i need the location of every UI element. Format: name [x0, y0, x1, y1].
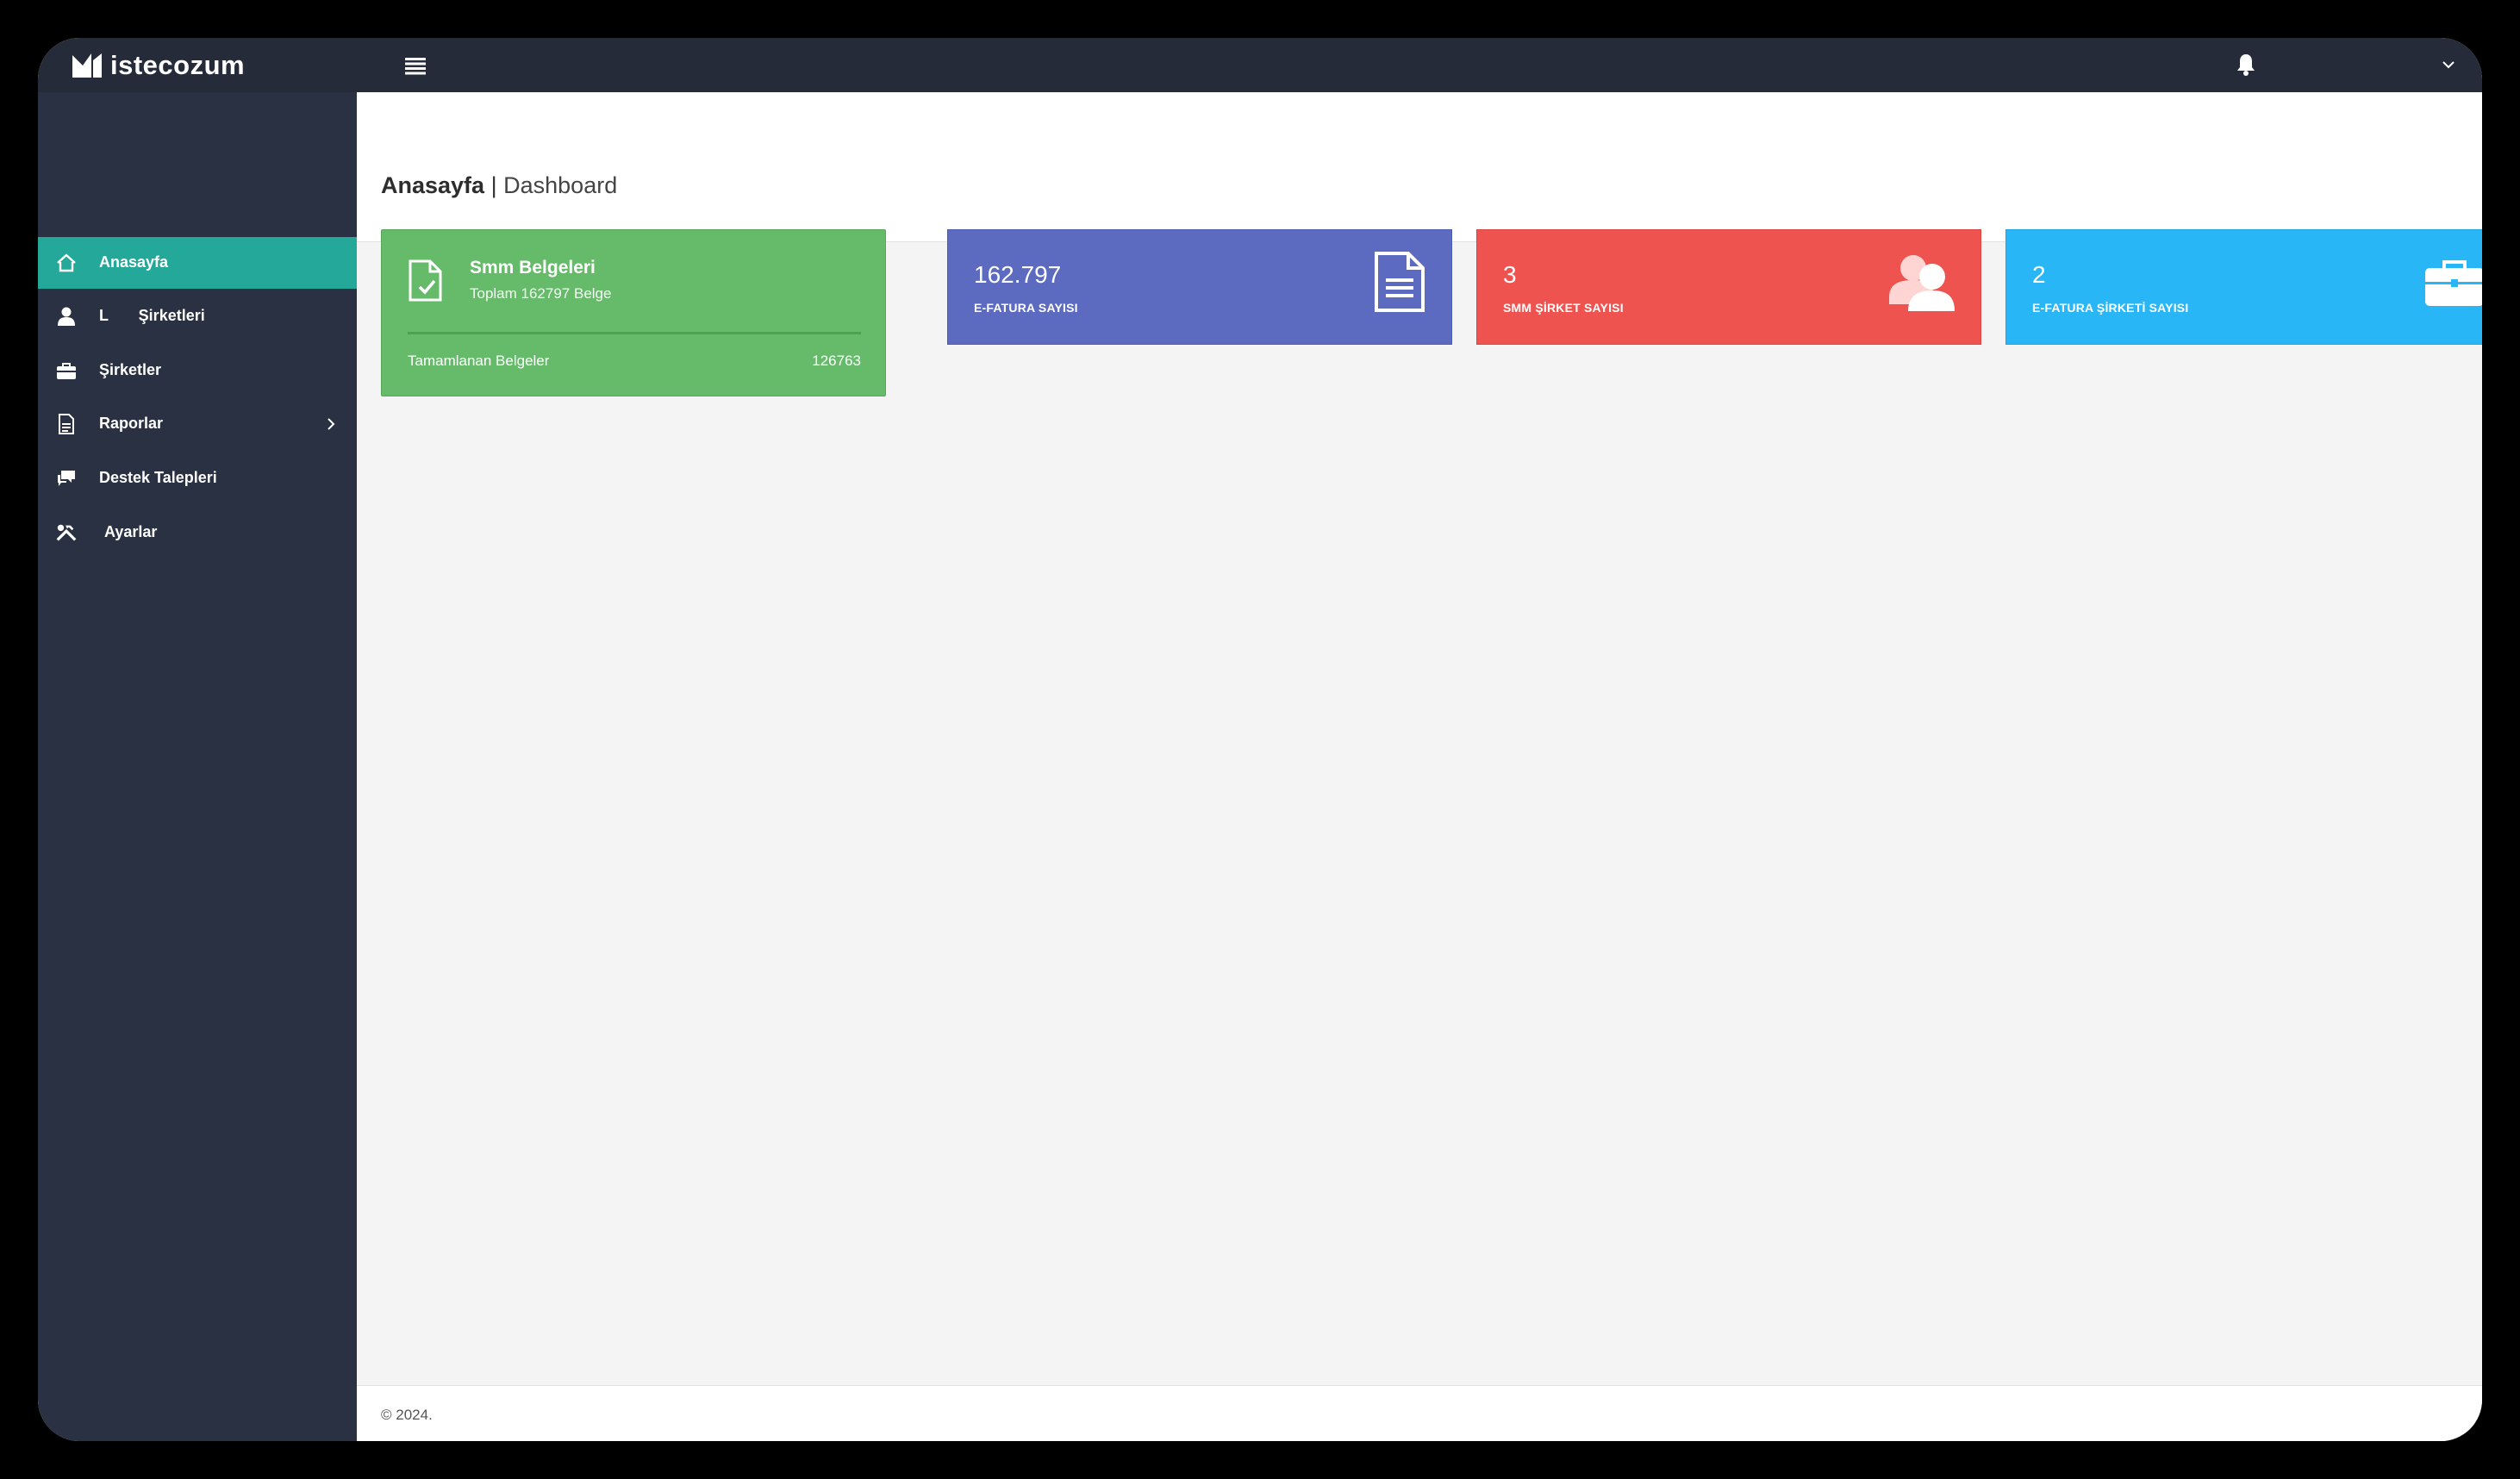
sidebar-item-label: Ayarlar: [104, 523, 158, 540]
sidebar-item-label: L Şirketleri: [99, 307, 205, 324]
tools-icon: [55, 522, 78, 543]
stat-label: SMM ŞİRKET SAYISI: [1503, 301, 1624, 315]
document-check-icon: [408, 259, 444, 307]
card-subtitle: Toplam 162797 Belge: [470, 285, 612, 302]
sidebar-item-label: Şirketler: [99, 361, 162, 378]
completed-documents-label: Tamamlanan Belgeler: [408, 353, 550, 369]
efatura-count-card[interactable]: 162.797 E-FATURA SAYISI: [947, 229, 1452, 345]
stat-value: 3: [1503, 261, 1517, 288]
smm-documents-card[interactable]: Smm Belgeleri Toplam 162797 Belge Tamaml…: [381, 229, 886, 396]
content-header: Anasayfa | Dashboard: [357, 92, 2482, 242]
home-icon: [55, 253, 78, 273]
document-icon: [1372, 251, 1427, 317]
sidebar-item-label: Raporlar: [99, 415, 164, 432]
efatura-company-count-card[interactable]: 2 E-FATURA ŞİRKETİ SAYISI: [2005, 229, 2482, 345]
notifications-button[interactable]: [2230, 48, 2261, 81]
page-title-main: Anasayfa: [381, 172, 485, 198]
hamburger-icon: [405, 58, 426, 75]
users-icon: [1887, 253, 1956, 317]
sidebar-item-label: Destek Talepleri: [99, 469, 217, 486]
brand-name: istecozum: [110, 50, 246, 80]
top-navbar: istecozum: [38, 38, 2482, 92]
title-separator: |: [490, 172, 497, 198]
briefcase-icon: [55, 360, 78, 381]
logo-icon: [72, 53, 102, 78]
sidebar-item-raporlar[interactable]: Raporlar: [38, 398, 357, 450]
chevron-down-icon: [2442, 61, 2455, 69]
sidebar-item-anasayfa[interactable]: Anasayfa: [38, 237, 357, 289]
sidebar-item-ayarlar[interactable]: Ayarlar: [38, 507, 357, 559]
sidebar-item-sirketler[interactable]: Şirketler: [38, 345, 357, 396]
bell-icon: [2237, 54, 2255, 76]
stat-label: E-FATURA SAYISI: [974, 301, 1078, 315]
user-menu-toggle[interactable]: [2434, 50, 2463, 79]
sidebar: Anasayfa L Şirketleri Şirketler Raporlar…: [38, 92, 357, 1441]
page-footer: © 2024.: [357, 1385, 2482, 1441]
brand-logo[interactable]: istecozum: [71, 48, 245, 83]
sidebar-item-label: Anasayfa: [99, 253, 169, 271]
completed-documents-value: 126763: [812, 353, 861, 369]
page-title: Anasayfa | Dashboard: [381, 172, 617, 199]
sidebar-item-sirketleri-l[interactable]: L Şirketleri: [38, 290, 357, 342]
chat-icon: [55, 468, 78, 489]
stat-value: 2: [2032, 261, 2046, 288]
app-screen: istecozum Anasayfa L Şirketleri Şirketle…: [38, 38, 2482, 1441]
stat-label: E-FATURA ŞİRKETİ SAYISI: [2032, 301, 2189, 315]
stat-value: 162.797: [974, 261, 1062, 288]
copyright-text: © 2024.: [381, 1407, 433, 1423]
user-icon: [55, 306, 78, 327]
page-subtitle: Dashboard: [503, 172, 618, 198]
card-divider: [408, 332, 861, 334]
report-icon: [55, 414, 78, 434]
card-title: Smm Belgeleri: [470, 258, 596, 278]
device-frame: istecozum Anasayfa L Şirketleri Şirketle…: [0, 0, 2520, 1479]
chevron-right-icon: [322, 412, 340, 436]
briefcase-icon: [2423, 259, 2482, 312]
sidebar-toggle-button[interactable]: [400, 50, 431, 81]
sidebar-item-destek-talepleri[interactable]: Destek Talepleri: [38, 452, 357, 504]
smm-company-count-card[interactable]: 3 SMM ŞİRKET SAYISI: [1476, 229, 1981, 345]
